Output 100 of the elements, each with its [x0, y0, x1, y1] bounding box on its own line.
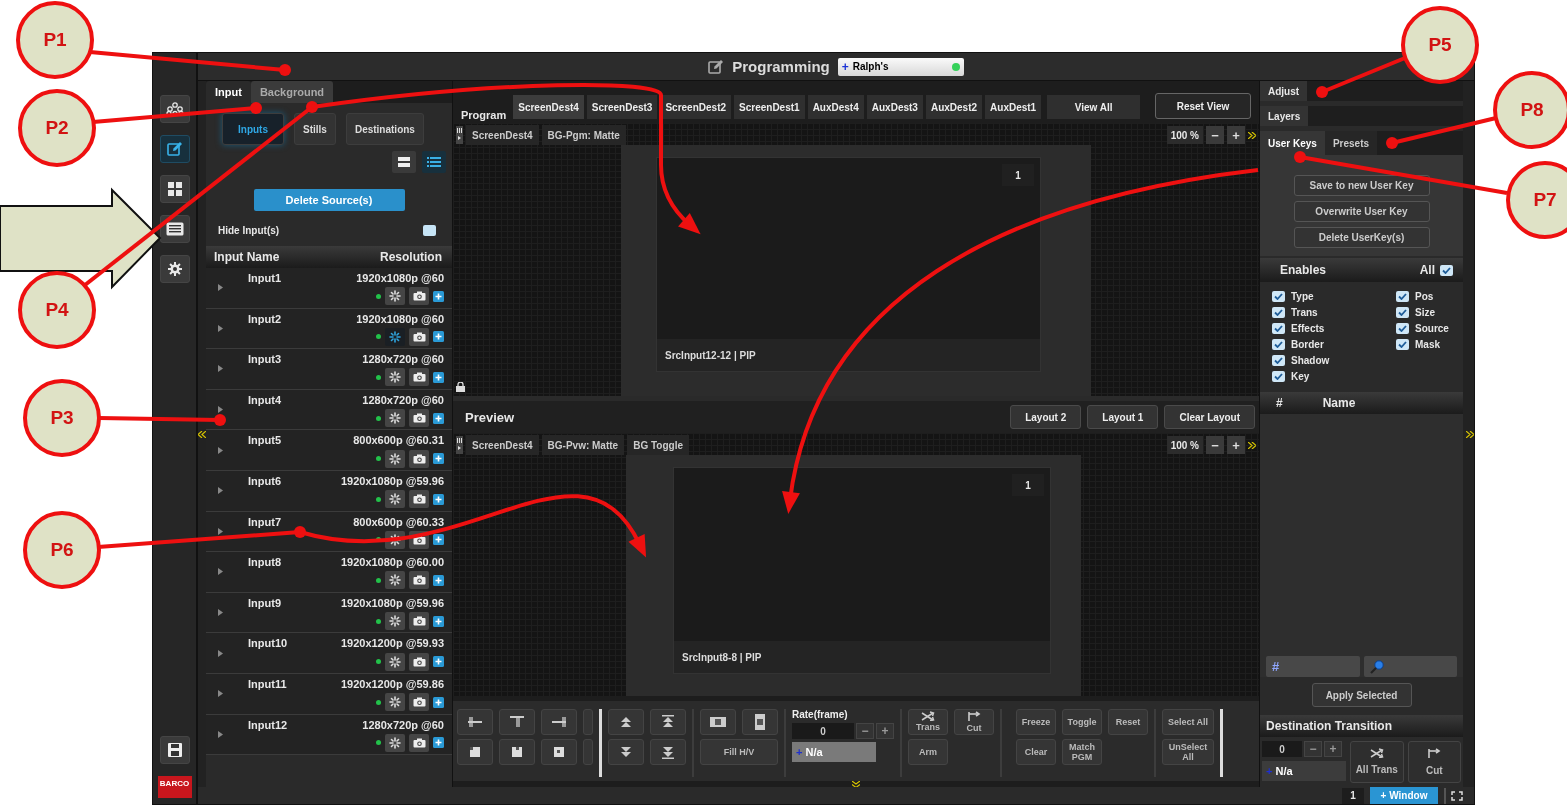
sidebar-button[interactable] — [159, 135, 190, 163]
viewport-tag[interactable]: ScreenDest4 — [466, 125, 539, 145]
transition-dropdown[interactable]: + N/a — [1262, 761, 1346, 781]
align-button[interactable] — [499, 709, 535, 735]
checkbox[interactable] — [1396, 306, 1409, 318]
reset-button[interactable]: Reset — [1108, 709, 1148, 735]
snapshot-button[interactable] — [409, 449, 429, 468]
freeze-button[interactable] — [385, 409, 405, 428]
panel-tab[interactable]: Background — [250, 81, 334, 103]
input-row[interactable]: Input12 1280x720p @60 — [206, 714, 452, 756]
checkbox[interactable] — [1272, 322, 1285, 334]
checkbox[interactable] — [1396, 338, 1409, 350]
layer-order-button[interactable] — [650, 739, 686, 765]
freeze-button[interactable] — [385, 490, 405, 509]
input-row[interactable]: Input2 1920x1080p @60 — [206, 308, 452, 350]
transition-dropdown[interactable]: + N/a — [792, 742, 876, 762]
checkbox[interactable] — [1396, 322, 1409, 334]
freeze-button[interactable] — [385, 612, 405, 631]
input-row[interactable]: Input1 1920x1080p @60 — [206, 268, 452, 309]
user-key-button[interactable]: Overwrite User Key — [1293, 201, 1430, 222]
snapshot-button[interactable] — [409, 287, 429, 306]
zoom-out-button[interactable]: − — [1206, 126, 1224, 144]
arm-button[interactable]: Arm — [908, 739, 948, 765]
input-row[interactable]: Input5 800x600p @60.31 — [206, 430, 452, 471]
checkbox[interactable] — [1440, 264, 1453, 276]
checkbox[interactable] — [1396, 290, 1409, 302]
user-keys-tab[interactable]: Presets — [1324, 131, 1378, 155]
freeze-button[interactable]: Freeze — [1016, 709, 1056, 735]
destination-tab[interactable]: ScreenDest2 — [660, 95, 732, 119]
align-button[interactable] — [499, 739, 535, 765]
layout-button[interactable]: Layout 2 — [1010, 405, 1082, 429]
clear-button[interactable]: Clear — [1016, 739, 1056, 765]
toggle-button[interactable]: Toggle — [1062, 709, 1102, 735]
decrement-button[interactable]: − — [1304, 741, 1322, 757]
destination-tab[interactable]: ScreenDest3 — [586, 95, 658, 119]
layer-order-button[interactable] — [608, 739, 644, 765]
snapshot-button[interactable] — [409, 612, 429, 631]
input-row[interactable]: Input6 1920x1080p @59.96 — [206, 470, 452, 512]
select-all-button[interactable]: Select All — [1162, 709, 1214, 735]
search-field[interactable] — [1363, 656, 1457, 677]
user-key-button[interactable]: Save to new User Key — [1293, 175, 1430, 196]
preset-dropdown[interactable]: + Ralph's — [837, 57, 964, 76]
panel-tab[interactable]: Input — [206, 81, 251, 103]
cut-button[interactable]: Cut — [1407, 741, 1461, 783]
sidebar-button[interactable] — [159, 255, 190, 283]
snapshot-button[interactable] — [409, 571, 429, 590]
unselect-all-button[interactable]: UnSelect All — [1162, 739, 1214, 765]
snapshot-button[interactable] — [409, 368, 429, 387]
source-tab[interactable]: Stills — [294, 113, 336, 145]
panel-tab[interactable]: Adjust — [1260, 81, 1308, 101]
destination-tab[interactable]: AuxDest4 — [807, 95, 864, 119]
align-button[interactable] — [541, 709, 577, 735]
viewport-tag[interactable]: ScreenDest4 — [466, 435, 539, 455]
input-row[interactable]: Input8 1920x1080p @60.00 — [206, 552, 452, 593]
snapshot-button[interactable] — [409, 490, 429, 509]
viewport-tag[interactable]: BG-Pvw: Matte — [541, 435, 625, 455]
zoom-in-button[interactable]: + — [1227, 126, 1245, 144]
freeze-button[interactable] — [385, 368, 405, 387]
reset-view-button[interactable]: Reset View — [1155, 93, 1251, 119]
fill-vertical-button[interactable] — [742, 709, 778, 735]
destination-tab[interactable]: ScreenDest4 — [513, 95, 584, 119]
view-mode-button[interactable] — [392, 151, 416, 173]
layer-window[interactable]: 1 SrcInput8-8 | PIP — [673, 467, 1051, 674]
layout-button[interactable]: Clear Layout — [1164, 405, 1255, 429]
snapshot-button[interactable] — [409, 327, 429, 346]
snapshot-button[interactable] — [409, 409, 429, 428]
checkbox[interactable] — [1272, 370, 1285, 382]
freeze-button[interactable] — [385, 652, 405, 671]
destination-tab[interactable]: AuxDest2 — [925, 95, 983, 119]
view-mode-button[interactable] — [422, 151, 446, 173]
input-row[interactable]: Input11 1920x1200p @59.86 — [206, 673, 452, 715]
delete-sources-button[interactable]: Delete Source(s) — [253, 189, 405, 211]
view-all-button[interactable]: View All — [1047, 95, 1141, 119]
freeze-button[interactable] — [385, 287, 405, 306]
input-row[interactable]: Input4 1280x720p @60 — [206, 389, 452, 431]
layer-order-button[interactable] — [608, 709, 644, 735]
duration-field[interactable]: 0 — [1262, 741, 1302, 757]
layer-window[interactable]: 1 SrcInput12-12 | PIP — [656, 157, 1041, 372]
fill-horizontal-button[interactable] — [700, 709, 736, 735]
zoom-out-button[interactable]: − — [1206, 436, 1224, 454]
align-button[interactable] — [457, 709, 493, 735]
viewport-tag[interactable]: BG Toggle — [627, 435, 689, 455]
destination-tab[interactable]: AuxDest3 — [866, 95, 923, 119]
save-button[interactable] — [159, 736, 190, 764]
freeze-button[interactable] — [385, 327, 405, 346]
sidebar-button[interactable] — [159, 175, 190, 203]
freeze-button[interactable] — [385, 693, 405, 712]
input-row[interactable]: Input10 1920x1200p @59.93 — [206, 633, 452, 674]
fill-button[interactable]: Fill H/V — [700, 739, 778, 765]
apply-selected-button[interactable]: Apply Selected — [1311, 683, 1412, 707]
align-button[interactable] — [457, 739, 493, 765]
trans-button[interactable]: Trans — [908, 709, 948, 735]
user-keys-tab[interactable]: User Keys — [1260, 131, 1325, 155]
freeze-button[interactable] — [385, 571, 405, 590]
snapshot-button[interactable] — [409, 652, 429, 671]
user-key-button[interactable]: Delete UserKey(s) — [1293, 227, 1430, 248]
input-row[interactable]: Input9 1920x1080p @59.96 — [206, 592, 452, 634]
checkbox[interactable] — [1272, 338, 1285, 350]
layout-button[interactable]: Layout 1 — [1087, 405, 1159, 429]
panel-tab[interactable]: Layers — [1260, 106, 1309, 126]
